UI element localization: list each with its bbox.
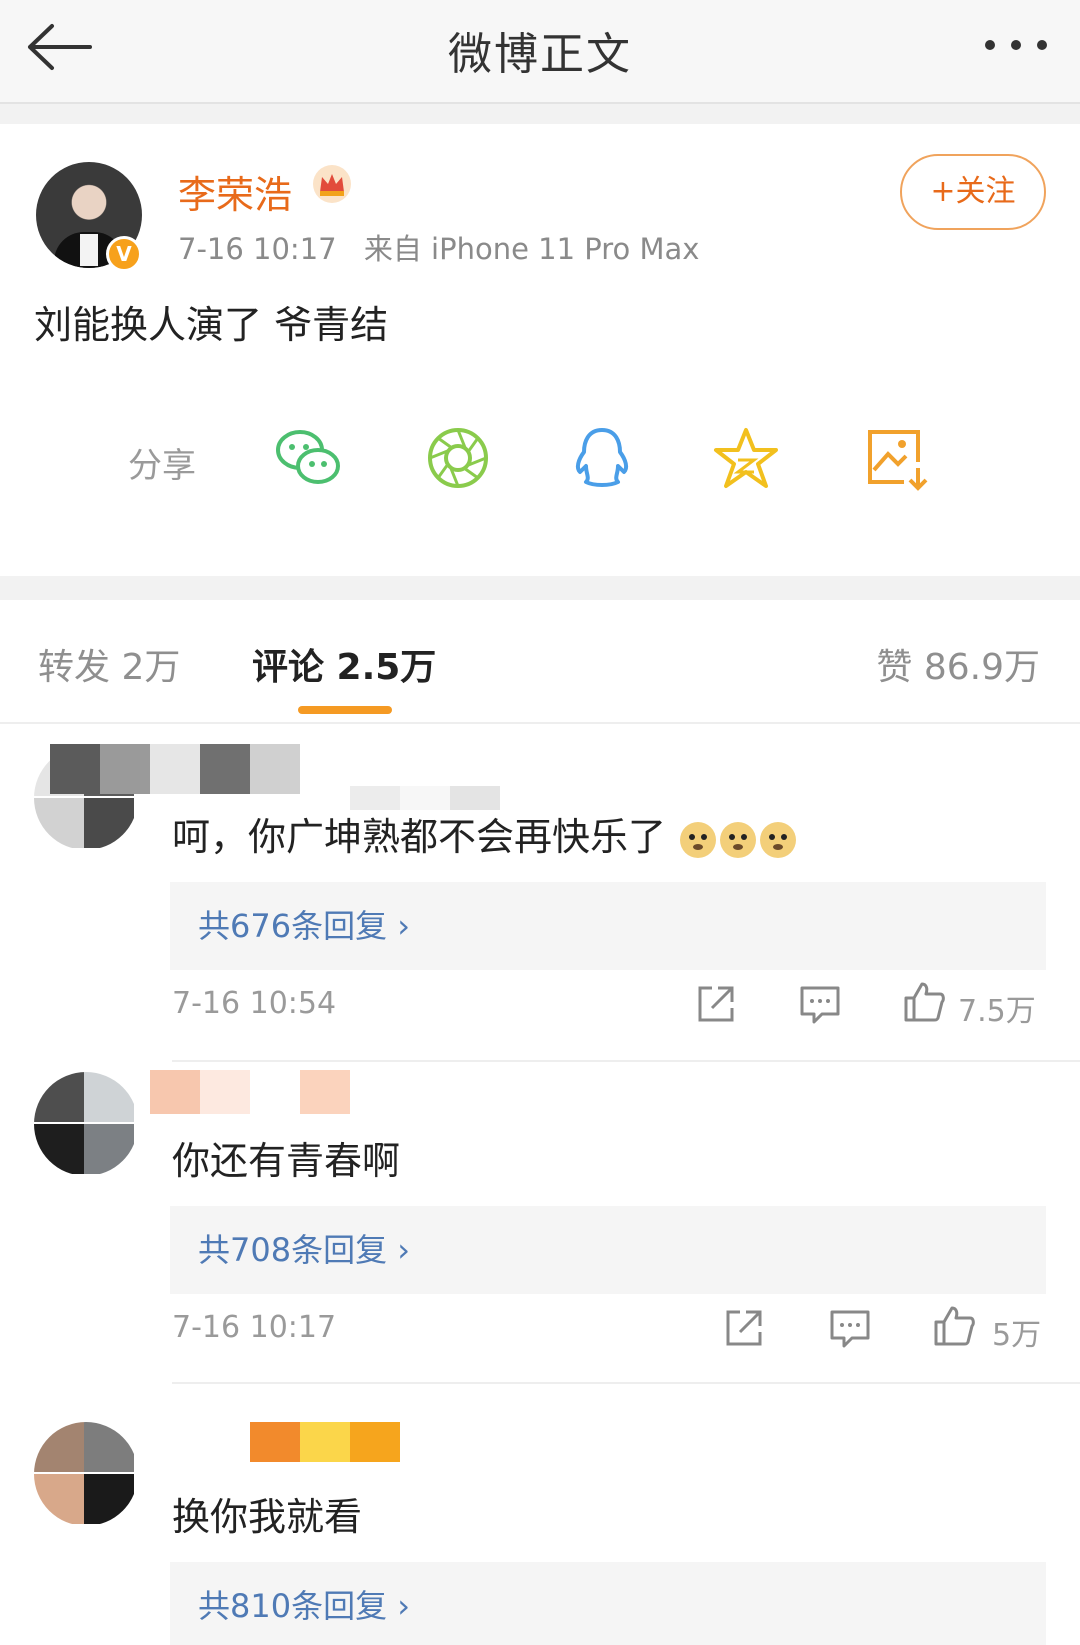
- post-source: 来自 iPhone 11 Pro Max: [363, 232, 700, 266]
- comment-text: 换你我就看: [172, 1495, 363, 1539]
- comment-divider: [172, 1382, 1080, 1384]
- chevron-right-icon: ›: [397, 1231, 411, 1269]
- view-replies-button[interactable]: 共810条回复 ›: [170, 1562, 1046, 1645]
- tab-repost[interactable]: 转发 2万: [38, 638, 180, 690]
- crown-icon: [312, 164, 352, 204]
- post-meta: 7-16 10:17 来自 iPhone 11 Pro Max: [178, 226, 699, 268]
- wechat-icon[interactable]: [272, 422, 344, 494]
- tab-like[interactable]: 赞 86.9万: [876, 638, 1040, 690]
- commenter-avatar[interactable]: [34, 1072, 138, 1176]
- commenter-avatar[interactable]: [34, 1422, 138, 1526]
- active-tab-indicator: [298, 706, 392, 714]
- follow-button[interactable]: +关注: [900, 154, 1046, 230]
- like-thumb-icon[interactable]: [932, 1304, 976, 1348]
- comment-icon[interactable]: [798, 982, 842, 1026]
- qzone-icon[interactable]: [710, 422, 782, 494]
- like-count: 5万: [992, 1318, 1042, 1353]
- comment-divider: [172, 1060, 1080, 1062]
- tab-comment[interactable]: 评论 2.5万: [252, 638, 436, 690]
- chevron-right-icon: ›: [397, 907, 411, 945]
- top-nav-bar: 微博正文: [0, 0, 1080, 104]
- commenter-name-pixelated: [250, 1422, 400, 1462]
- comment-time: 7-16 10:54: [172, 986, 337, 1021]
- post-card: V 李荣浩 7-16 10:17 来自 iPhone 11 Pro Max +关…: [0, 124, 1080, 576]
- comment-text: 你还有青春啊: [172, 1139, 401, 1183]
- page-title: 微博正文: [448, 29, 632, 80]
- verified-badge-icon: V: [106, 236, 142, 272]
- save-image-icon[interactable]: [860, 422, 932, 494]
- qq-icon[interactable]: [566, 422, 638, 494]
- post-text: 刘能换人演了 爷青结: [34, 303, 389, 347]
- more-options-icon[interactable]: [980, 30, 1052, 60]
- share-label: 分享: [128, 446, 196, 486]
- like-thumb-icon[interactable]: [902, 980, 946, 1024]
- post-time: 7-16 10:17: [178, 232, 337, 266]
- author-name[interactable]: 李荣浩: [178, 164, 292, 219]
- commenter-name-pixelated: [50, 744, 300, 794]
- interaction-tabs: 转发 2万 评论 2.5万 赞 86.9万: [0, 600, 1080, 724]
- view-replies-button[interactable]: 共676条回复 ›: [170, 882, 1046, 970]
- like-count: 7.5万: [958, 994, 1036, 1029]
- view-replies-button[interactable]: 共708条回复 ›: [170, 1206, 1046, 1294]
- doge-emoji-icon: [678, 820, 798, 860]
- repost-icon[interactable]: [722, 1306, 766, 1350]
- chevron-right-icon: ›: [397, 1587, 411, 1625]
- moments-icon[interactable]: [422, 422, 494, 494]
- comment-text: 呵，你广坤熟都不会再快乐了: [172, 806, 798, 861]
- comment-time: 7-16 10:17: [172, 1310, 337, 1345]
- comment-list: 呵，你广坤熟都不会再快乐了 共676条回复 › 7-16 10:54 7.5万: [0, 724, 1080, 1645]
- comment-icon[interactable]: [828, 1306, 872, 1350]
- commenter-name-pixelated: [150, 1070, 400, 1114]
- repost-icon[interactable]: [694, 982, 738, 1026]
